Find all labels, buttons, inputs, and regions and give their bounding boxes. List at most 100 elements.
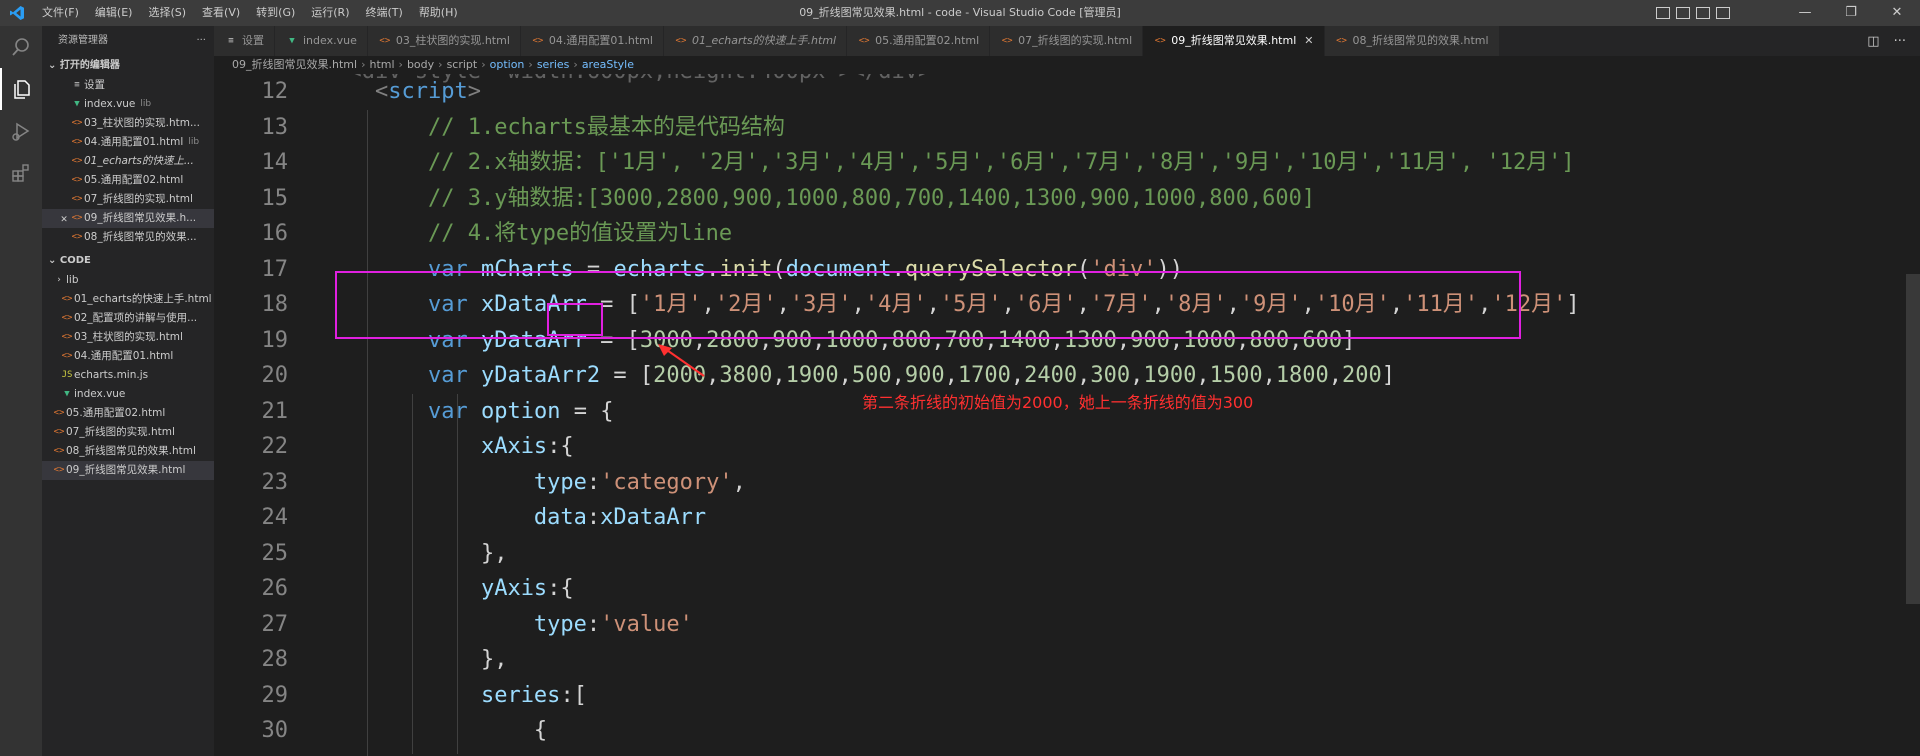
toggle-panel-icon[interactable] bbox=[1676, 7, 1690, 19]
editor-tab[interactable]: <> 01_echarts的快速上手.html bbox=[663, 26, 848, 56]
close-icon[interactable]: ✕ bbox=[58, 209, 70, 228]
code-editor[interactable]: <div style="width:600px;height:400px"></… bbox=[214, 74, 1920, 756]
scrollbar-thumb[interactable] bbox=[1906, 274, 1920, 604]
code-line[interactable]: { bbox=[322, 713, 1580, 749]
explorer-icon[interactable] bbox=[0, 68, 42, 110]
tree-item[interactable]: <> 08_折线图常见的效果.html bbox=[42, 442, 214, 461]
breadcrumb-item[interactable]: areaStyle bbox=[582, 56, 634, 74]
line-number: 21 bbox=[261, 398, 289, 424]
vscode-logo-icon[interactable] bbox=[0, 0, 34, 26]
editor-tab[interactable]: <> 07_折线图的实现.html bbox=[990, 26, 1144, 56]
code-line[interactable]: <script> bbox=[322, 74, 1580, 110]
minimize-icon[interactable]: — bbox=[1782, 0, 1828, 26]
breadcrumb-item[interactable]: 09_折线图常见效果.html bbox=[232, 56, 357, 74]
breadcrumb-item[interactable]: html bbox=[369, 56, 394, 74]
customize-layout-icon[interactable] bbox=[1716, 7, 1730, 19]
code-line[interactable]: data:xDataArr bbox=[322, 500, 1580, 536]
breadcrumb-item[interactable]: series bbox=[537, 56, 570, 74]
menu-item[interactable]: 转到(G) bbox=[248, 0, 303, 26]
code-line[interactable]: // 4.将type的值设置为line bbox=[322, 216, 1580, 252]
split-editor-icon[interactable]: ◫ bbox=[1867, 34, 1879, 49]
close-icon[interactable]: ✕ bbox=[1304, 26, 1313, 56]
code-token: var bbox=[427, 398, 468, 424]
editor-actions: ◫ ··· bbox=[1867, 26, 1920, 56]
breadcrumb-item[interactable]: option bbox=[490, 56, 525, 74]
menu-item[interactable]: 帮助(H) bbox=[411, 0, 466, 26]
open-editor-item[interactable]: <> 03_柱状图的实现.htm... bbox=[42, 114, 214, 133]
run-debug-icon[interactable] bbox=[0, 110, 42, 152]
code-token: xAxis bbox=[480, 434, 548, 459]
editor-tab[interactable]: <> 03_柱状图的实现.html bbox=[367, 26, 521, 56]
tree-item[interactable]: <> 04.通用配置01.html bbox=[42, 347, 214, 366]
tree-item[interactable]: JS echarts.min.js bbox=[42, 366, 214, 385]
open-editor-item[interactable]: <> 01_echarts的快速上... bbox=[42, 152, 214, 171]
extensions-icon[interactable] bbox=[0, 152, 42, 194]
tree-item[interactable]: <> 05.通用配置02.html bbox=[42, 404, 214, 423]
code-line[interactable]: type:'value' bbox=[322, 607, 1580, 643]
code-line[interactable]: yAxis:{ bbox=[322, 571, 1580, 607]
tree-item[interactable]: <> 01_echarts的快速上手.html bbox=[42, 290, 214, 309]
tree-item[interactable]: <> 07_折线图的实现.html bbox=[42, 423, 214, 442]
explorer-header: 资源管理器 ··· bbox=[42, 26, 214, 56]
open-editor-item[interactable]: ▼ index.vue lib bbox=[42, 95, 214, 114]
code-line[interactable]: // 1.echarts最基本的是代码结构 bbox=[322, 110, 1580, 146]
code-token: , bbox=[1328, 363, 1343, 388]
code-token: : bbox=[586, 611, 601, 637]
open-editors-section[interactable]: ⌄ 打开的编辑器 bbox=[42, 56, 214, 76]
tree-item[interactable]: ▼ index.vue bbox=[42, 385, 214, 404]
menu-item[interactable]: 终端(T) bbox=[358, 0, 411, 26]
code-line[interactable]: // 3.y轴数据:[3000,2800,900,1000,800,700,14… bbox=[322, 181, 1580, 217]
folder-section[interactable]: ⌄ CODE bbox=[42, 251, 214, 271]
breadcrumb-separator-icon: › bbox=[528, 58, 533, 71]
open-editor-item[interactable]: ≡ 设置 bbox=[42, 76, 214, 95]
toggle-sidebar-icon[interactable] bbox=[1656, 7, 1670, 19]
menu-item[interactable]: 文件(F) bbox=[34, 0, 87, 26]
menu-item[interactable]: 运行(R) bbox=[303, 0, 357, 26]
code-line[interactable]: xAxis:{ bbox=[322, 429, 1580, 465]
code-line[interactable]: }, bbox=[322, 642, 1580, 678]
editor-tab[interactable]: <> 04.通用配置01.html bbox=[520, 26, 664, 56]
editor-tab[interactable]: <> 09_折线图常见效果.html ✕ bbox=[1143, 26, 1325, 56]
line-number: 15 bbox=[261, 185, 289, 211]
editor-tab[interactable]: ▼ index.vue bbox=[275, 26, 368, 56]
menu-item[interactable]: 编辑(E) bbox=[87, 0, 141, 26]
code-token: , bbox=[1196, 363, 1210, 388]
html-file-icon: <> bbox=[71, 156, 83, 166]
open-editor-item[interactable]: <> 04.通用配置01.html lib bbox=[42, 133, 214, 152]
editor-tab[interactable]: <> 05.通用配置02.html bbox=[847, 26, 991, 56]
close-icon[interactable]: ✕ bbox=[1874, 0, 1920, 26]
open-editor-item[interactable]: ✕ <> 09_折线图常见效果.h... bbox=[42, 209, 214, 228]
html-file-icon: <> bbox=[53, 427, 65, 437]
breadcrumb-item[interactable]: body bbox=[407, 56, 434, 74]
open-editor-item[interactable]: <> 05.通用配置02.html bbox=[42, 171, 214, 190]
code-line[interactable]: // 2.x轴数据：['1月', '2月','3月','4月','5月','6月… bbox=[322, 145, 1580, 181]
menu-item[interactable]: 选择(S) bbox=[140, 0, 194, 26]
editor-tab[interactable]: <> 08_折线图常见的效果.html bbox=[1324, 26, 1500, 56]
breadcrumb-item[interactable]: script bbox=[447, 56, 478, 74]
open-editor-item[interactable]: <> 07_折线图的实现.html bbox=[42, 190, 214, 209]
editor-tab[interactable]: ≡ 设置 bbox=[214, 26, 275, 56]
code-line[interactable]: type:'category', bbox=[322, 465, 1580, 501]
search-icon[interactable] bbox=[0, 26, 42, 68]
toggle-secondary-sidebar-icon[interactable] bbox=[1696, 7, 1710, 19]
code-token: type bbox=[533, 469, 587, 495]
menu-item[interactable]: 查看(V) bbox=[194, 0, 248, 26]
maximize-icon[interactable]: ❐ bbox=[1828, 0, 1874, 26]
code-token: : bbox=[586, 469, 601, 495]
code-line[interactable]: }, bbox=[322, 536, 1580, 572]
vertical-scrollbar[interactable] bbox=[1906, 74, 1920, 756]
chevron-right-icon: › bbox=[56, 275, 62, 285]
tree-item[interactable]: <> 02_配置项的讲解与使用... bbox=[42, 309, 214, 328]
open-editor-item[interactable]: <> 08_折线图常见的效果... bbox=[42, 228, 214, 247]
html-file-icon: <> bbox=[71, 118, 83, 128]
tree-item[interactable]: <> 09_折线图常见效果.html bbox=[42, 461, 214, 480]
html-file-icon: <> bbox=[71, 137, 83, 147]
more-actions-icon[interactable]: ··· bbox=[196, 26, 206, 56]
code-line[interactable]: series:[ bbox=[322, 678, 1580, 714]
html-file-icon: <> bbox=[53, 408, 65, 418]
more-actions-icon[interactable]: ··· bbox=[1894, 34, 1906, 49]
tree-item[interactable]: <> 03_柱状图的实现.html bbox=[42, 328, 214, 347]
html-file-icon: <> bbox=[1336, 36, 1347, 46]
tree-item[interactable]: › lib bbox=[42, 271, 214, 290]
